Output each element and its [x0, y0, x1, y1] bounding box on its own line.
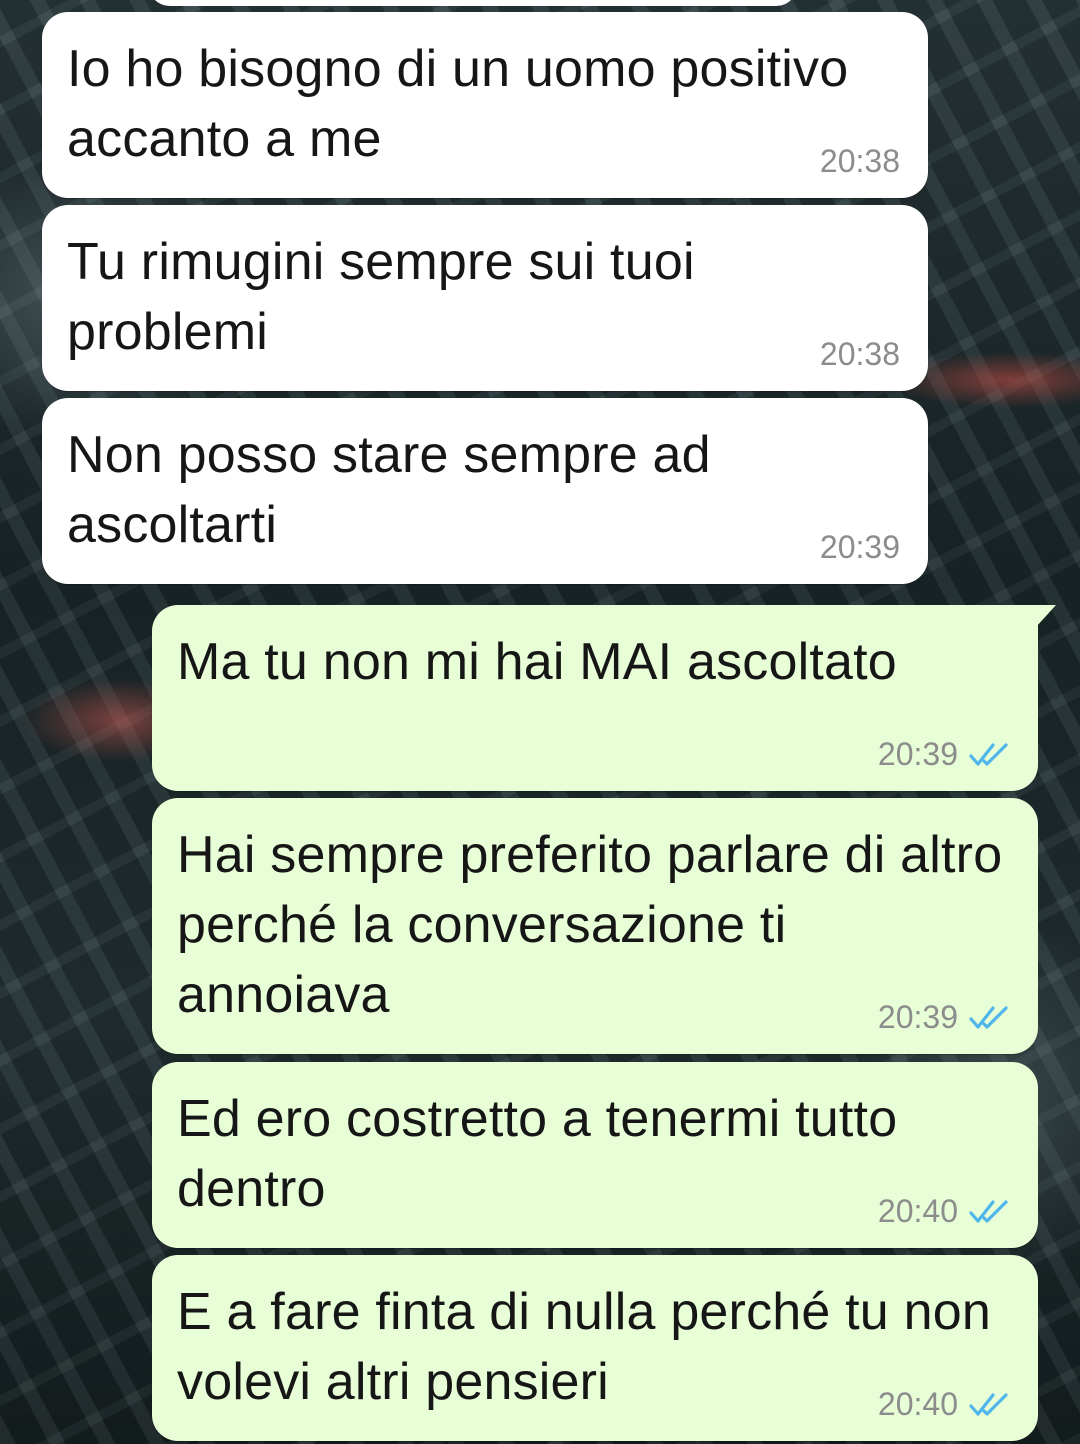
message-bubble-outgoing[interactable]: Ma tu non mi hai MAI ascoltato 20:39	[152, 605, 1056, 791]
message-time: 20:40	[877, 1386, 958, 1422]
message-text: Non posso stare sempre ad ascoltarti	[67, 426, 711, 554]
message-meta: 20:39	[820, 529, 900, 566]
message-time: 20:38	[819, 143, 900, 179]
message-time: 20:40	[877, 1193, 958, 1229]
previous-message-bubble-edge	[148, 0, 798, 6]
message-time: 20:39	[877, 999, 958, 1035]
double-check-read-icon	[969, 1392, 1008, 1416]
double-check-read-icon	[969, 1199, 1008, 1223]
chat-message-list[interactable]: Io ho bisogno di un uomo positivo accant…	[0, 0, 1080, 1444]
message-time: 20:39	[877, 736, 958, 772]
message-meta: 20:38	[820, 143, 900, 180]
message-bubble-outgoing[interactable]: E a fare finta di nulla perché tu non vo…	[152, 1255, 1038, 1441]
double-check-read-icon	[969, 742, 1008, 766]
message-text: Io ho bisogno di un uomo positivo accant…	[67, 40, 849, 168]
message-meta: 20:39	[878, 736, 1010, 773]
message-bubble-outgoing[interactable]: Hai sempre preferito parlare di altro pe…	[152, 798, 1038, 1054]
message-bubble-outgoing[interactable]: Ed ero costretto a tenermi tutto dentro …	[152, 1062, 1038, 1248]
double-check-read-icon	[969, 1005, 1008, 1029]
message-meta: 20:40	[878, 1193, 1010, 1230]
message-text: Ma tu non mi hai MAI ascoltato	[177, 633, 897, 691]
bubble-tail	[1036, 605, 1056, 627]
message-meta: 20:38	[820, 336, 900, 373]
message-time: 20:38	[819, 336, 900, 372]
message-meta: 20:40	[878, 1386, 1010, 1423]
message-meta: 20:39	[878, 999, 1010, 1036]
message-bubble-incoming[interactable]: Non posso stare sempre ad ascoltarti 20:…	[42, 398, 928, 584]
message-bubble-incoming[interactable]: Io ho bisogno di un uomo positivo accant…	[42, 12, 928, 198]
message-bubble-incoming[interactable]: Tu rimugini sempre sui tuoi problemi 20:…	[42, 205, 928, 391]
message-text: Tu rimugini sempre sui tuoi problemi	[67, 233, 695, 361]
message-time: 20:39	[819, 529, 900, 565]
